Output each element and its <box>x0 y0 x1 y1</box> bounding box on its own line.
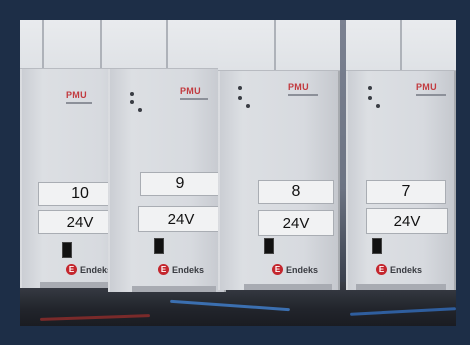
brand-label: Endeks <box>286 265 319 275</box>
status-led <box>368 86 372 90</box>
module-top-cap <box>218 20 340 71</box>
status-led <box>246 104 250 108</box>
voltage-value: 24V <box>393 212 421 230</box>
photo-frame: PMU 10 24V E Endeks PMU 9 24V E Endeks P… <box>0 0 470 345</box>
module-ridge <box>400 20 402 70</box>
module-foot <box>132 286 216 292</box>
module-number: 9 <box>175 175 185 192</box>
module-ridge <box>42 20 44 68</box>
status-led <box>376 104 380 108</box>
model-subtitle <box>288 94 318 96</box>
model-label: PMU <box>416 82 437 92</box>
endeks-logo-icon: E <box>158 264 169 275</box>
model-label: PMU <box>66 90 87 100</box>
status-led <box>130 100 134 104</box>
module-number: 7 <box>401 183 411 200</box>
module-number-label: 8 <box>258 180 334 204</box>
model-label: PMU <box>180 86 201 96</box>
dip-switch <box>62 242 72 258</box>
model-subtitle <box>180 98 208 100</box>
dip-switch <box>154 238 164 254</box>
dip-switch <box>372 238 382 254</box>
dip-switch <box>264 238 274 254</box>
brand-label: Endeks <box>172 265 205 275</box>
module-ridge <box>274 20 276 70</box>
endeks-logo-icon: E <box>66 264 77 275</box>
endeks-logo-icon: E <box>272 264 283 275</box>
brand-label: Endeks <box>390 265 423 275</box>
module-foot <box>356 284 446 290</box>
module-number-label: 9 <box>140 172 220 196</box>
voltage-value: 24V <box>282 214 310 232</box>
model-subtitle <box>66 102 92 104</box>
status-led <box>368 96 372 100</box>
module-number-label: 7 <box>366 180 446 204</box>
status-led <box>138 108 142 112</box>
status-led <box>238 86 242 90</box>
module-ridge <box>166 20 168 68</box>
model-subtitle <box>416 94 446 96</box>
module-number: 8 <box>291 183 301 200</box>
module-number: 10 <box>71 185 89 202</box>
voltage-value: 24V <box>66 213 94 231</box>
voltage-label: 24V <box>138 206 224 232</box>
endeks-logo-icon: E <box>376 264 387 275</box>
module-foot <box>244 284 332 290</box>
status-led <box>130 92 134 96</box>
status-led <box>238 96 242 100</box>
voltage-label: 24V <box>258 210 334 236</box>
pmu-module: PMU 9 24V E Endeks <box>108 20 226 292</box>
voltage-value: 24V <box>167 210 195 228</box>
pmu-module: PMU 8 24V E Endeks <box>218 20 340 290</box>
pmu-module: PMU 7 24V E Endeks <box>346 20 456 290</box>
module-ridge <box>100 20 102 68</box>
voltage-label: 24V <box>366 208 448 234</box>
photo: PMU 10 24V E Endeks PMU 9 24V E Endeks P… <box>20 20 456 326</box>
model-label: PMU <box>288 82 309 92</box>
